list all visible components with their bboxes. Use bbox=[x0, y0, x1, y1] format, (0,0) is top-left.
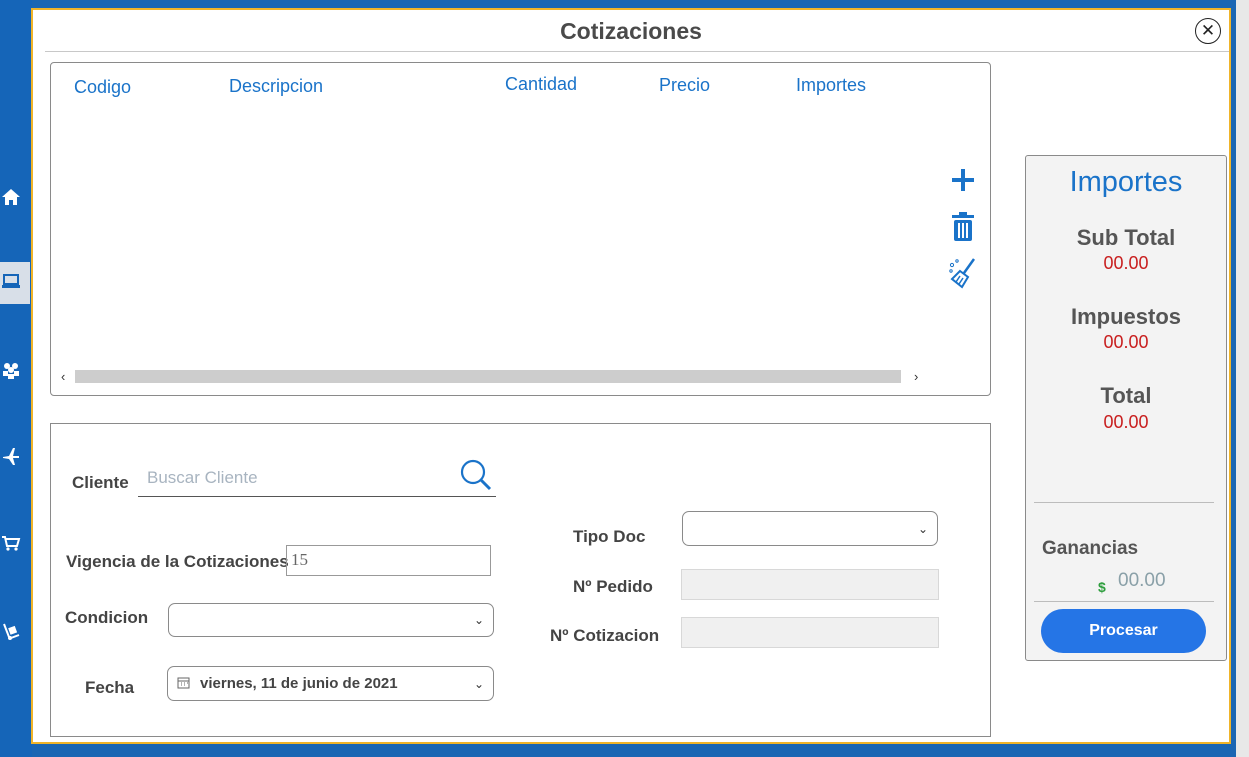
clear-items-button[interactable] bbox=[948, 257, 978, 289]
delete-item-button[interactable] bbox=[948, 211, 978, 241]
panel-divider bbox=[1034, 502, 1214, 503]
pedido-label: Nº Pedido bbox=[573, 577, 653, 596]
impuestos-label: Impuestos bbox=[1070, 304, 1182, 329]
column-header-descripcion[interactable]: Descripcion bbox=[229, 76, 323, 97]
procesar-button[interactable]: Procesar bbox=[1041, 609, 1206, 653]
fecha-date-picker[interactable]: viernes, 11 de junio de 2021 ⌄ bbox=[167, 666, 494, 701]
trash-icon bbox=[952, 212, 974, 241]
calendar-icon bbox=[177, 676, 190, 694]
total-label: Total bbox=[1100, 383, 1152, 408]
column-header-codigo[interactable]: Codigo bbox=[74, 77, 131, 98]
column-header-importes[interactable]: Importes bbox=[796, 75, 866, 96]
cliente-search-input[interactable] bbox=[145, 464, 449, 492]
plus-icon bbox=[952, 169, 974, 191]
horizontal-scrollbar[interactable]: ‹ › bbox=[59, 368, 927, 386]
cart-icon[interactable] bbox=[0, 533, 22, 555]
close-icon[interactable]: ✕ bbox=[1195, 18, 1221, 44]
ganancias-label: Ganancias bbox=[1042, 538, 1139, 559]
cotizacion-label: Nº Cotizacion bbox=[550, 626, 660, 645]
plane-icon[interactable] bbox=[0, 446, 22, 468]
background-window bbox=[1236, 0, 1249, 757]
tipo-doc-select[interactable]: ⌄ bbox=[682, 511, 938, 546]
chevron-down-icon: ⌄ bbox=[473, 613, 484, 627]
ganancias-divider bbox=[1034, 601, 1214, 602]
chevron-down-icon: ⌄ bbox=[473, 676, 484, 691]
dolly-icon[interactable] bbox=[0, 622, 22, 644]
ganancias-value: 00.00 bbox=[1118, 570, 1166, 591]
fecha-label: Fecha bbox=[85, 678, 135, 697]
condicion-select[interactable]: ⌄ bbox=[168, 603, 494, 637]
scrollbar-thumb[interactable] bbox=[75, 370, 901, 383]
cliente-label: Cliente bbox=[72, 473, 129, 492]
pedido-field[interactable] bbox=[681, 569, 939, 600]
tipo-doc-label: Tipo Doc bbox=[573, 527, 646, 546]
broom-icon bbox=[949, 258, 976, 289]
column-header-cantidad[interactable]: Cantidad bbox=[505, 74, 577, 95]
items-grid: Codigo Descripcion Cantidad Precio Impor… bbox=[50, 62, 991, 396]
title-divider bbox=[45, 51, 1229, 52]
app-sidebar bbox=[0, 0, 32, 757]
total-value: 00.00 bbox=[1103, 412, 1149, 432]
chevron-down-icon: ⌄ bbox=[917, 521, 928, 536]
users-icon[interactable] bbox=[0, 360, 22, 382]
search-icon[interactable] bbox=[459, 458, 493, 497]
laptop-icon[interactable] bbox=[0, 271, 22, 293]
quote-form: Cliente Vigencia de la Cotizaciones 15 C… bbox=[50, 423, 991, 737]
ganancias-currency: $ bbox=[1098, 579, 1106, 595]
importes-panel: Importes Sub Total 00.00 Impuestos 00.00… bbox=[1025, 155, 1227, 661]
scroll-left-arrow[interactable]: ‹ bbox=[61, 368, 65, 386]
column-header-precio[interactable]: Precio bbox=[659, 75, 710, 96]
vigencia-input[interactable]: 15 bbox=[286, 545, 491, 576]
dialog-title: Cotizaciones bbox=[560, 18, 702, 44]
vigencia-label: Vigencia de la Cotizaciones bbox=[66, 552, 289, 571]
subtotal-label: Sub Total bbox=[1076, 225, 1176, 250]
cliente-underline bbox=[138, 496, 496, 497]
cotizacion-field[interactable] bbox=[681, 617, 939, 648]
impuestos-value: 00.00 bbox=[1103, 332, 1149, 352]
importes-title: Importes bbox=[1069, 166, 1183, 198]
subtotal-value: 00.00 bbox=[1103, 253, 1149, 273]
fecha-value: viernes, 11 de junio de 2021 bbox=[200, 675, 398, 692]
scroll-right-arrow[interactable]: › bbox=[914, 368, 918, 386]
home-icon[interactable] bbox=[0, 187, 22, 209]
add-item-button[interactable] bbox=[948, 165, 978, 195]
cotizaciones-dialog: Cotizaciones ✕ Codigo Descripcion Cantid… bbox=[31, 8, 1231, 744]
condicion-label: Condicion bbox=[65, 608, 149, 627]
